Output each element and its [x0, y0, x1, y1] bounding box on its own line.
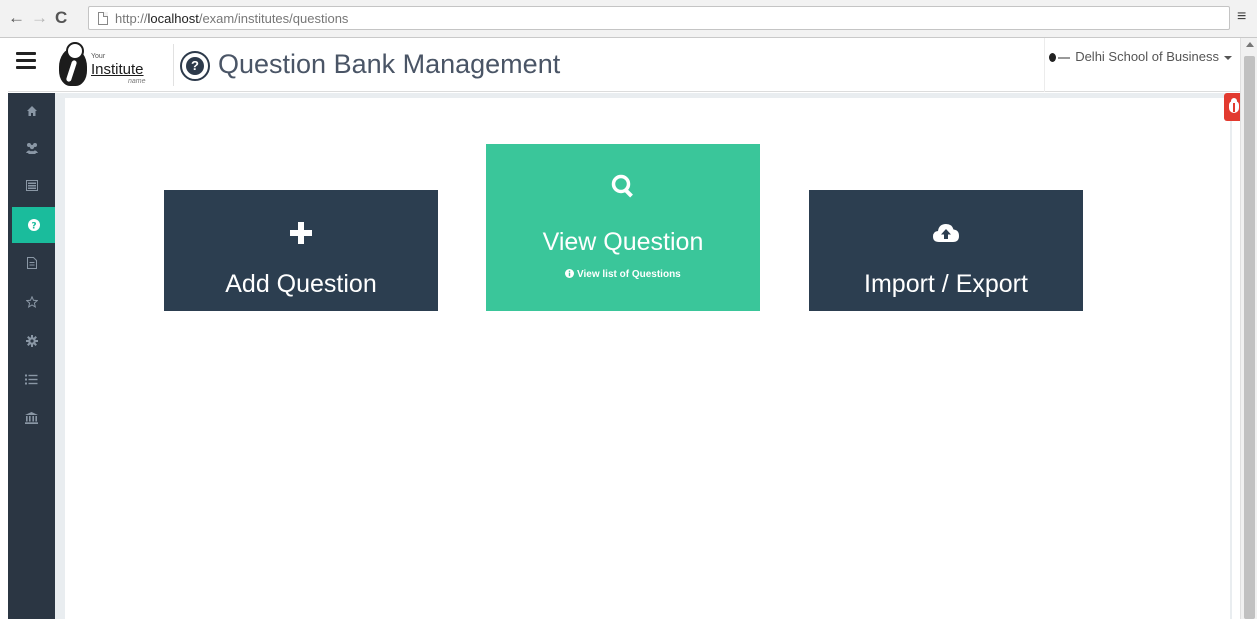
header-separator — [1044, 38, 1045, 92]
sidebar-item-documents[interactable] — [8, 245, 55, 281]
app-header: Your Institute name ? Question Bank Mana… — [8, 38, 1240, 92]
sidebar-item-questions[interactable]: ? — [12, 207, 55, 243]
sidebar-item-list[interactable] — [8, 361, 55, 397]
view-question-subtitle: View list of Questions — [486, 269, 760, 280]
forward-arrow-icon[interactable]: → — [31, 9, 48, 27]
sidebar-item-home[interactable] — [8, 93, 55, 129]
address-bar[interactable]: http://localhost/exam/institutes/questio… — [88, 6, 1230, 30]
logo-figure-icon — [59, 42, 87, 86]
page-icon — [98, 12, 108, 25]
users-icon — [25, 143, 38, 154]
back-arrow-icon[interactable]: ← — [8, 9, 25, 27]
sidebar-item-institution[interactable] — [8, 400, 55, 436]
import-export-tile[interactable]: Import / Export — [809, 190, 1083, 311]
caret-down-icon — [1224, 55, 1232, 60]
import-export-label: Import / Export — [864, 270, 1028, 298]
svg-text:?: ? — [31, 222, 36, 232]
bug-icon — [1229, 98, 1239, 113]
reload-icon[interactable]: C — [55, 9, 67, 27]
info-icon — [565, 269, 575, 278]
scroll-thumb[interactable] — [1244, 56, 1255, 619]
home-icon — [26, 106, 37, 116]
browser-menu-icon[interactable]: ≡ — [1237, 8, 1246, 26]
view-question-tile[interactable]: View Question View list of Questions — [486, 144, 760, 311]
page-scrollbar[interactable] — [1240, 38, 1257, 619]
list-box-icon — [25, 179, 38, 191]
sidebar-item-users[interactable] — [8, 130, 55, 166]
sidebar-item-favorites[interactable] — [8, 284, 55, 320]
plus-icon — [164, 222, 438, 249]
sidebar: ? — [8, 93, 55, 619]
search-icon — [486, 174, 760, 203]
institution-icon — [25, 412, 38, 424]
view-question-label: View Question — [542, 228, 704, 256]
logo-institute-text: Institute — [91, 61, 144, 78]
star-icon — [25, 296, 38, 308]
institute-selector-label: Delhi School of Business — [1075, 49, 1219, 64]
content-panel: Add Question View Question View list of … — [65, 98, 1230, 619]
cloud-upload-icon — [809, 223, 1083, 248]
document-icon — [26, 257, 37, 269]
institute-selector[interactable]: Delhi School of Business — [1049, 49, 1232, 64]
header-divider — [173, 44, 174, 86]
question-circle-icon: ? — [27, 219, 40, 232]
hamburger-menu-icon[interactable] — [16, 52, 36, 72]
main-area: Add Question View Question View list of … — [55, 93, 1232, 619]
scroll-up-arrow-icon[interactable] — [1246, 42, 1254, 47]
institute-mini-logo-icon — [1049, 53, 1071, 63]
logo-name-text: name — [128, 78, 146, 85]
sidebar-item-lists[interactable] — [8, 167, 55, 203]
page-title: Question Bank Management — [218, 49, 561, 79]
logo-your-text: Your — [91, 53, 106, 60]
url-text: http://localhost/exam/institutes/questio… — [115, 11, 349, 26]
add-question-tile[interactable]: Add Question — [164, 190, 438, 311]
browser-toolbar: ← → C http://localhost/exam/institutes/q… — [0, 0, 1257, 38]
gear-icon — [25, 335, 38, 347]
list-icon — [25, 374, 38, 384]
question-circle-icon: ? — [180, 51, 210, 81]
sidebar-item-settings[interactable] — [8, 323, 55, 359]
institute-logo[interactable]: Your Institute name — [55, 42, 175, 88]
add-question-label: Add Question — [225, 270, 377, 298]
